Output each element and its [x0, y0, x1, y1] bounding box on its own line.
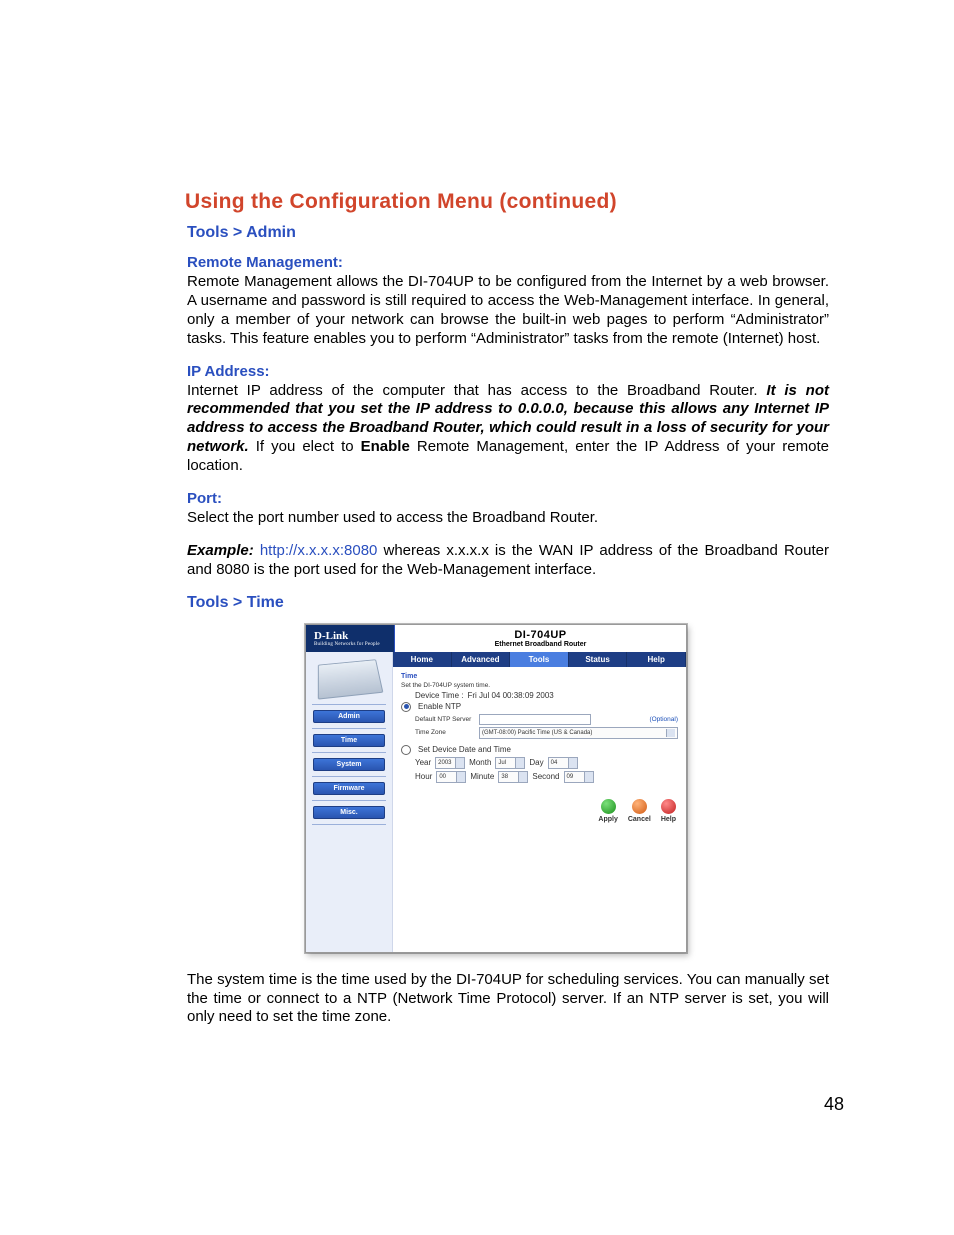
help-icon [661, 799, 676, 814]
example-url: http://x.x.x.x:8080 [260, 542, 378, 559]
row-date: Year 2003 Month Jul Day 04 [415, 757, 678, 769]
sidebar-separator [312, 824, 386, 825]
day-label: Day [529, 758, 543, 767]
model-subtitle: Ethernet Broadband Router [395, 641, 686, 648]
year-select[interactable]: 2003 [435, 757, 465, 769]
cancel-icon [632, 799, 647, 814]
example-label: Example: [187, 542, 254, 559]
row-set-datetime[interactable]: Set Device Date and Time [401, 745, 678, 755]
enable-ntp-label: Enable NTP [418, 702, 461, 711]
document-page: Using the Configuration Menu (continued)… [0, 0, 954, 1235]
check-icon [601, 799, 616, 814]
device-time-label: Device Time : [415, 691, 463, 700]
router-body: Admin Time System Firmware Misc. Home Ad… [306, 652, 686, 952]
timezone-label: Time Zone [415, 729, 475, 736]
sidebar-separator [312, 800, 386, 801]
tab-status[interactable]: Status [569, 652, 628, 667]
sidebar-separator [312, 704, 386, 705]
model-name: DI-704UP [514, 629, 566, 641]
router-header: D-Link Building Networks for People DI-7… [306, 625, 686, 652]
model-block: DI-704UP Ethernet Broadband Router [395, 625, 686, 652]
sidebar-separator [312, 728, 386, 729]
router-content: Time Set the DI-704UP system time. Devic… [393, 667, 686, 827]
row-device-time: Device Time : Fri Jul 04 00:38:09 2003 [415, 691, 678, 700]
sidebar-separator [312, 752, 386, 753]
router-tabs: Home Advanced Tools Status Help [393, 652, 686, 667]
page-number: 48 [824, 1094, 844, 1115]
action-bar: Apply Cancel Help [401, 799, 678, 823]
panel-title: Time [401, 673, 678, 680]
set-datetime-label: Set Device Date and Time [418, 745, 511, 754]
breadcrumb-time: Tools > Time [187, 594, 829, 612]
brand-logo: D-Link Building Networks for People [306, 625, 395, 652]
tab-advanced[interactable]: Advanced [452, 652, 511, 667]
text-time-description: The system time is the time used by the … [187, 971, 829, 1028]
text-ip-address: Internet IP address of the computer that… [187, 382, 829, 476]
row-ntp-server: Default NTP Server (Optional) [415, 714, 678, 725]
timezone-select[interactable]: (GMT-08:00) Pacific Time (US & Canada) [479, 727, 678, 739]
cancel-button[interactable]: Cancel [628, 799, 651, 823]
sidebar-item-misc[interactable]: Misc. [313, 806, 385, 819]
brand-tagline: Building Networks for People [314, 642, 386, 647]
ntp-server-label: Default NTP Server [415, 716, 475, 723]
text-remote-management: Remote Management allows the DI-704UP to… [187, 273, 829, 349]
tab-help[interactable]: Help [627, 652, 686, 667]
router-sidebar: Admin Time System Firmware Misc. [306, 652, 393, 952]
panel-subtitle: Set the DI-704UP system time. [401, 682, 678, 689]
ntp-optional: (Optional) [649, 716, 678, 723]
hour-label: Hour [415, 772, 432, 781]
router-image [318, 659, 384, 699]
breadcrumb-admin: Tools > Admin [187, 224, 829, 242]
router-main: Home Advanced Tools Status Help Time Set… [393, 652, 686, 952]
minute-select[interactable]: 38 [498, 771, 528, 783]
device-time-value: Fri Jul 04 00:38:09 2003 [467, 691, 553, 700]
heading-port: Port: [187, 490, 829, 507]
router-screenshot: D-Link Building Networks for People DI-7… [305, 624, 687, 953]
tab-home[interactable]: Home [393, 652, 452, 667]
month-select[interactable]: Jul [495, 757, 525, 769]
apply-button[interactable]: Apply [598, 799, 617, 823]
text-example: Example: http://x.x.x.x:8080 whereas x.x… [187, 542, 829, 580]
year-label: Year [415, 758, 431, 767]
help-button[interactable]: Help [661, 799, 676, 823]
sidebar-item-firmware[interactable]: Firmware [313, 782, 385, 795]
radio-set-datetime[interactable] [401, 745, 411, 755]
radio-enable-ntp[interactable] [401, 702, 411, 712]
ip-enable-word: Enable [361, 438, 410, 455]
text-port: Select the port number used to access th… [187, 509, 829, 528]
heading-ip-address: IP Address: [187, 363, 829, 380]
ntp-server-input[interactable] [479, 714, 591, 725]
month-label: Month [469, 758, 491, 767]
row-timezone: Time Zone (GMT-08:00) Pacific Time (US &… [415, 727, 678, 739]
second-label: Second [532, 772, 559, 781]
page-title: Using the Configuration Menu (continued) [185, 190, 829, 214]
row-enable-ntp[interactable]: Enable NTP [401, 702, 678, 712]
sidebar-item-time[interactable]: Time [313, 734, 385, 747]
sidebar-item-system[interactable]: System [313, 758, 385, 771]
day-select[interactable]: 04 [548, 757, 578, 769]
row-time: Hour 00 Minute 38 Second 09 [415, 771, 678, 783]
second-select[interactable]: 09 [564, 771, 594, 783]
tab-tools[interactable]: Tools [510, 652, 569, 667]
hour-select[interactable]: 00 [436, 771, 466, 783]
minute-label: Minute [470, 772, 494, 781]
heading-remote-management: Remote Management: [187, 254, 829, 271]
brand-name: D-Link [314, 630, 348, 642]
sidebar-separator [312, 776, 386, 777]
ip-lead: Internet IP address of the computer that… [187, 382, 766, 399]
ip-tail-a: If you elect to [249, 438, 361, 455]
sidebar-item-admin[interactable]: Admin [313, 710, 385, 723]
